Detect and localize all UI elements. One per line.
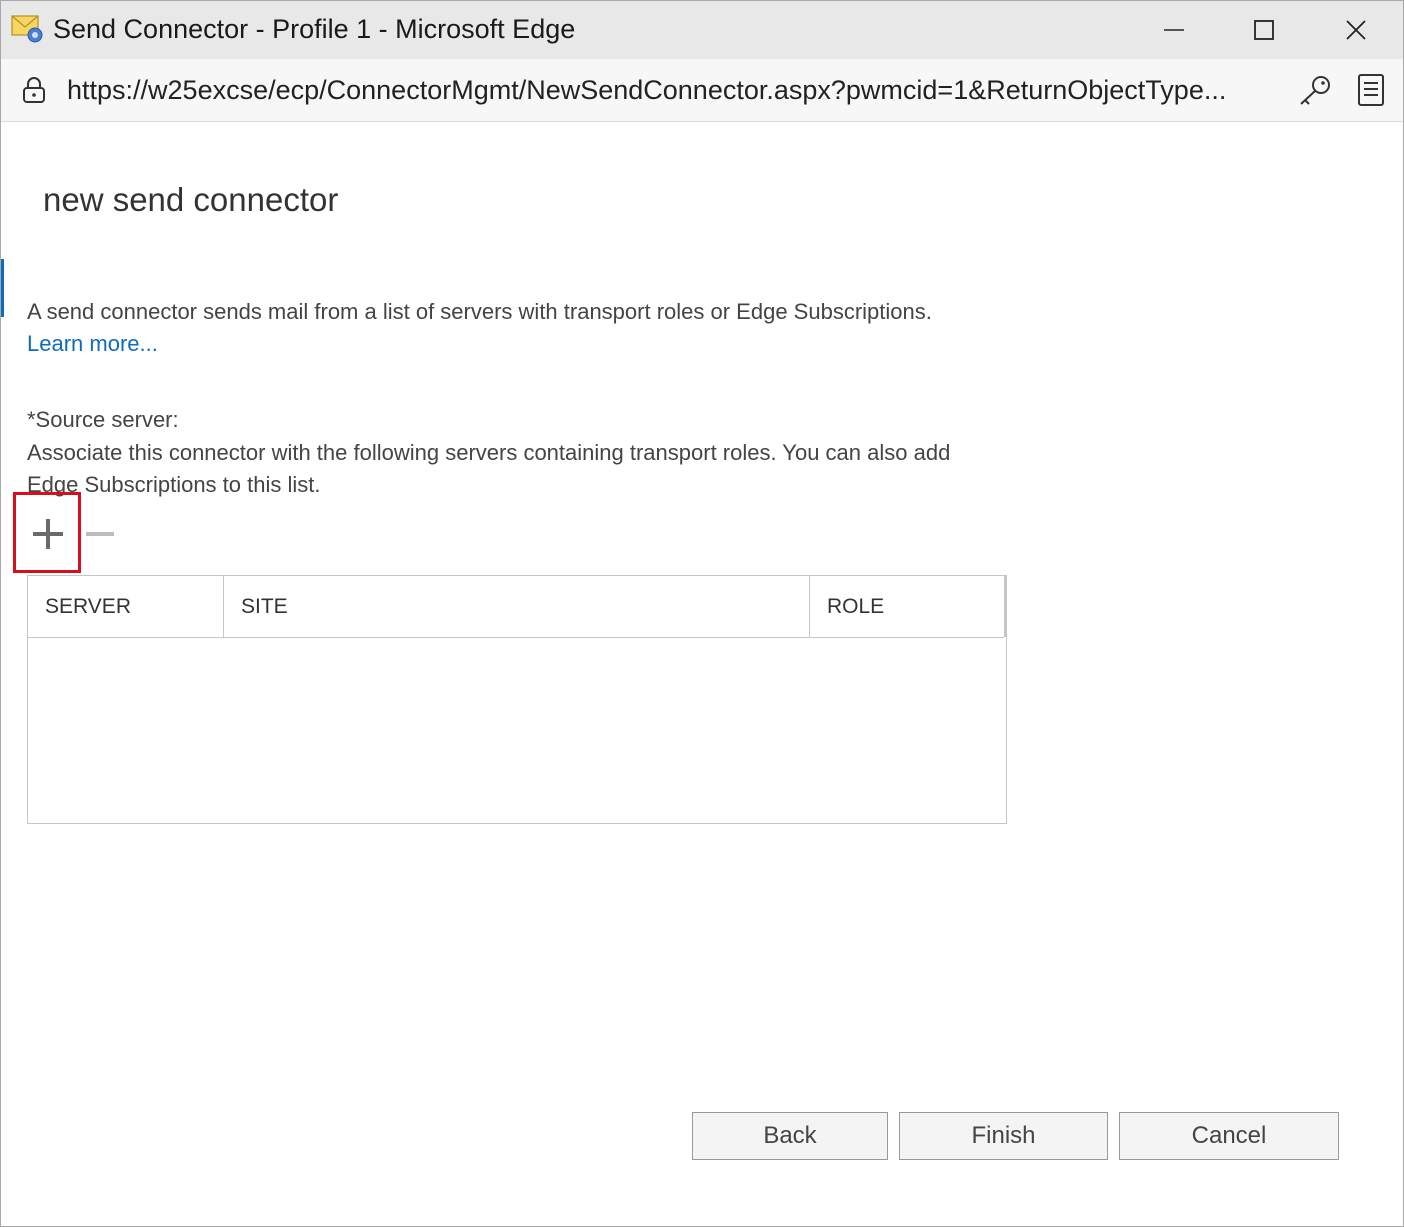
close-icon <box>1346 20 1366 40</box>
exchange-mail-icon <box>11 13 45 45</box>
source-server-description: Associate this connector with the follow… <box>27 440 951 497</box>
address-bar: https://w25excse/ecp/ConnectorMgmt/NewSe… <box>1 59 1403 122</box>
page-description: A send connector sends mail from a list … <box>27 299 932 324</box>
nav-accent-bar <box>1 259 4 317</box>
back-button[interactable]: Back <box>692 1112 888 1160</box>
remove-server-button[interactable] <box>85 521 115 547</box>
plus-icon <box>33 519 63 549</box>
grid-header: SERVER SITE ROLE <box>28 576 1006 638</box>
column-header-server[interactable]: SERVER <box>28 576 224 637</box>
browser-window: Send Connector - Profile 1 - Microsoft E… <box>0 0 1404 1227</box>
close-button[interactable] <box>1321 1 1391 59</box>
column-header-role[interactable]: ROLE <box>810 576 1006 637</box>
minimize-button[interactable] <box>1139 1 1209 59</box>
lock-icon[interactable] <box>21 76 47 109</box>
url-field[interactable]: https://w25excse/ecp/ConnectorMgmt/NewSe… <box>67 72 1277 108</box>
key-icon[interactable] <box>1297 74 1333 111</box>
maximize-button[interactable] <box>1229 1 1299 59</box>
minimize-icon <box>1164 29 1184 31</box>
maximize-icon <box>1254 20 1274 40</box>
window-title: Send Connector - Profile 1 - Microsoft E… <box>53 14 576 44</box>
reading-view-icon[interactable] <box>1357 73 1385 112</box>
grid-body[interactable] <box>28 638 1006 823</box>
minus-icon <box>86 532 114 536</box>
title-bar: Send Connector - Profile 1 - Microsoft E… <box>1 1 1403 59</box>
add-server-button[interactable] <box>13 492 81 573</box>
cancel-button[interactable]: Cancel <box>1119 1112 1339 1160</box>
column-header-site[interactable]: SITE <box>224 576 810 637</box>
finish-button[interactable]: Finish <box>899 1112 1108 1160</box>
learn-more-link[interactable]: Learn more... <box>27 329 158 359</box>
source-server-label: *Source server: <box>27 407 179 432</box>
page-title: new send connector <box>43 181 339 218</box>
source-server-grid: SERVER SITE ROLE <box>27 575 1007 824</box>
